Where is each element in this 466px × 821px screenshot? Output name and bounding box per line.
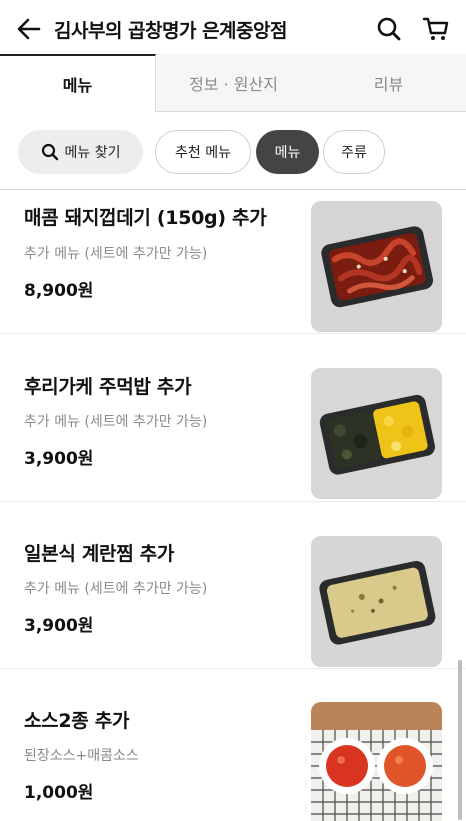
menu-item-price: 8,900원: [24, 281, 94, 301]
menu-item-photo: [311, 368, 442, 499]
tab-info-origin[interactable]: 정보 · 원산지: [156, 54, 311, 112]
menu-item-price: 1,000원: [24, 783, 94, 803]
chip-menu[interactable]: 메뉴: [256, 130, 319, 174]
menu-item-description: 된장소스+매콤소스: [24, 748, 139, 764]
menu-item-name: 매콤 돼지껍데기 (150g) 추가: [24, 207, 267, 229]
menu-list: 매콤 돼지껍데기 (150g) 추가 추가 메뉴 (세트에 추가만 가능) 8,…: [0, 190, 466, 821]
menu-item-photo: [311, 536, 442, 667]
cart-icon: [422, 17, 449, 40]
store-tabs: 메뉴 정보 · 원산지 리뷰: [0, 54, 466, 112]
menu-item-name: 일본식 계란찜 추가: [24, 543, 175, 565]
tab-menu[interactable]: 메뉴: [0, 54, 156, 112]
arrow-left-icon: [17, 18, 41, 40]
menu-item-name: 소스2종 추가: [24, 710, 130, 732]
tab-reviews[interactable]: 리뷰: [311, 54, 466, 112]
menu-item-description: 추가 메뉴 (세트에 추가만 가능): [24, 246, 208, 262]
chip-recommended[interactable]: 추천 메뉴: [155, 130, 251, 174]
back-button[interactable]: [14, 14, 44, 44]
menu-search-chip[interactable]: 메뉴 찾기: [18, 130, 143, 174]
store-title: 김사부의 곱창명가 은계중앙점: [54, 20, 287, 42]
list-scrollbar[interactable]: [458, 660, 462, 820]
menu-item-price: 3,900원: [24, 449, 94, 469]
menu-item-name: 후리가케 주먹밥 추가: [24, 376, 192, 398]
menu-item-photo: [311, 201, 442, 332]
menu-item[interactable]: 후리가케 주먹밥 추가 추가 메뉴 (세트에 추가만 가능) 3,900원: [0, 334, 466, 502]
menu-item-description: 추가 메뉴 (세트에 추가만 가능): [24, 581, 208, 597]
menu-item[interactable]: 소스2종 추가 된장소스+매콤소스 1,000원: [0, 668, 466, 821]
chip-drinks[interactable]: 주류: [323, 130, 385, 174]
menu-item-description: 추가 메뉴 (세트에 추가만 가능): [24, 414, 208, 430]
search-button[interactable]: [374, 14, 404, 44]
menu-item[interactable]: 매콤 돼지껍데기 (150g) 추가 추가 메뉴 (세트에 추가만 가능) 8,…: [0, 190, 466, 334]
menu-search-label: 메뉴 찾기: [64, 145, 121, 161]
menu-item-price: 3,900원: [24, 616, 94, 636]
search-icon: [41, 143, 59, 161]
menu-item[interactable]: 일본식 계란찜 추가 추가 메뉴 (세트에 추가만 가능) 3,900원: [0, 501, 466, 669]
search-icon: [377, 17, 401, 41]
cart-button[interactable]: [421, 14, 451, 44]
menu-item-photo: [311, 702, 442, 821]
app-header: 김사부의 곱창명가 은계중앙점: [0, 0, 466, 56]
menu-filter-bar: 메뉴 찾기 추천 메뉴 메뉴 주류: [0, 112, 466, 190]
